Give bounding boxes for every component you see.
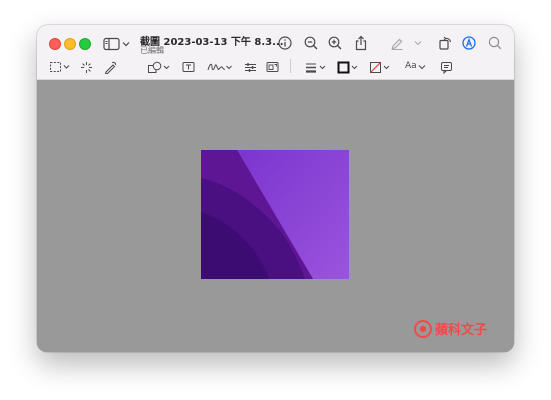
sidebar-toggle-button[interactable] [103,36,131,52]
sketch-icon [104,61,116,74]
share-button[interactable] [353,34,369,52]
titlebar: 截圖 2023-03-13 下午 8.3... 已編輯 Aa [37,25,514,80]
note-button[interactable] [439,60,453,74]
text-style-button[interactable]: Aa [403,60,427,74]
sketch-button[interactable] [103,60,117,74]
info-button[interactable] [277,35,293,51]
rectangle-selection-icon [50,62,70,72]
fill-color-icon [370,61,390,73]
highlighter-icon [391,38,403,50]
toolbar-divider [290,59,291,73]
rotate-icon [439,36,452,50]
zoom-out-icon [304,36,318,50]
text-box-icon [182,62,194,72]
sidebar-icon [103,37,130,51]
watermark: 蘋科文子 [412,318,502,344]
zoom-out-button[interactable] [303,35,319,51]
adjust-size-icon [266,62,278,72]
note-icon [440,61,452,74]
close-window-button[interactable] [49,38,61,50]
info-icon [278,36,292,50]
signature-icon [207,63,232,70]
chevron-down-icon [418,65,426,70]
text-box-button[interactable] [181,60,195,74]
chevron-down-icon [414,41,422,46]
window-subtitle: 已編輯 [140,46,164,55]
selection-tools-button[interactable] [49,61,71,73]
border-color-button[interactable] [337,60,359,74]
rotate-button[interactable] [437,35,453,51]
minimize-window-button[interactable] [64,38,76,50]
document-canvas: 蘋科文子 [37,81,514,352]
fill-color-button[interactable] [369,60,391,74]
sign-button[interactable] [207,60,233,74]
shapes-button[interactable] [147,60,171,74]
search-button[interactable] [487,35,503,51]
markup-toggle-button[interactable] [461,35,477,51]
adjust-color-icon [244,62,256,72]
instant-alpha-icon [80,61,92,73]
shapes-icon [148,61,170,73]
preview-window: 截圖 2023-03-13 下午 8.3... 已編輯 Aa 蘋科文子 [37,25,514,352]
adjust-size-button[interactable] [265,60,279,74]
adjust-color-button[interactable] [243,60,257,74]
border-color-icon [337,61,358,73]
text-style-label: Aa [405,61,417,71]
highlight-menu-button[interactable] [413,38,423,48]
share-icon [355,35,367,51]
zoom-in-icon [328,36,342,50]
image-artwork [201,150,349,279]
markup-icon [462,36,476,50]
border-style-button[interactable] [305,60,327,74]
watermark-logo: 蘋科文子 [414,320,487,338]
border-style-icon [306,63,326,73]
highlight-button[interactable] [389,35,405,51]
zoom-in-button[interactable] [327,35,343,51]
fullscreen-window-button[interactable] [79,38,91,50]
search-icon [488,36,502,50]
watermark-logo-text: 蘋科文子 [435,322,487,338]
instant-alpha-button[interactable] [79,60,93,74]
